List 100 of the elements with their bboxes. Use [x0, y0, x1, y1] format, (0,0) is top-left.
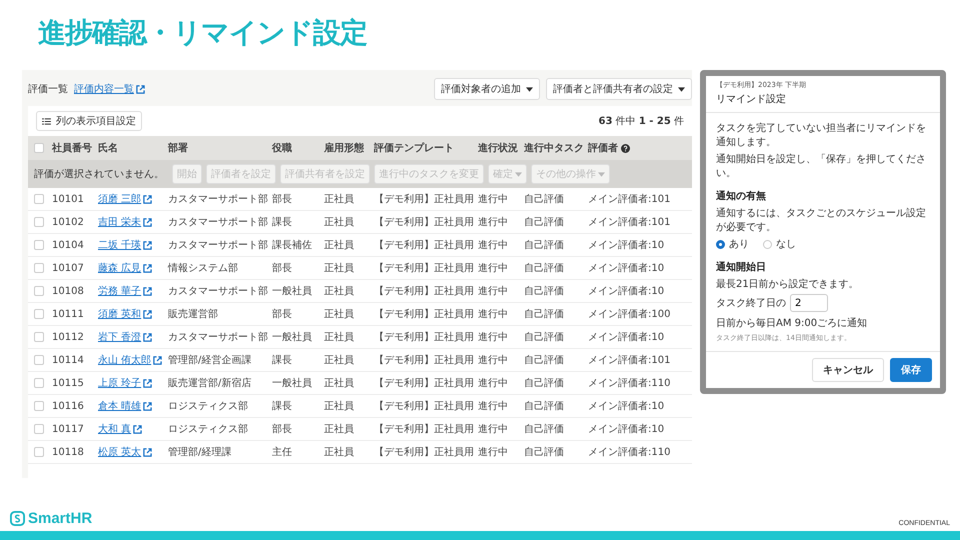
checkbox[interactable] — [34, 332, 44, 342]
employee-link[interactable]: 二坂 千瑛 — [98, 238, 152, 252]
table-cell-text: 課長 — [272, 400, 293, 413]
column-settings-button[interactable]: 列の表示項目設定 — [36, 111, 142, 131]
table-cell-text: 進行中 — [478, 330, 509, 344]
table-cell-text: 正社員 — [324, 238, 355, 252]
logo: SmartHR — [10, 510, 92, 527]
caret-icon — [515, 172, 522, 176]
table-cell-text: 正社員 — [324, 262, 355, 275]
external-link-icon — [143, 264, 152, 272]
table-cell-text: 正社員 — [324, 192, 355, 206]
employee-link[interactable]: 岩下 香澄 — [98, 330, 152, 344]
table-cell-text: 正社員 — [324, 354, 355, 367]
table-cell-text: 【デモ利用】正社員用 — [374, 216, 475, 229]
section-label: 通知の有無 — [716, 190, 767, 203]
list-heading: 評価一覧 — [28, 82, 68, 96]
checkbox[interactable] — [34, 355, 44, 365]
days-input-field[interactable]: 2 — [790, 294, 828, 312]
employee-link[interactable]: 須磨 英和 — [98, 307, 152, 321]
external-link-icon — [143, 310, 152, 318]
external-link-icon — [143, 218, 152, 226]
list-link[interactable]: 評価内容一覧 — [74, 82, 145, 96]
table-cell-text: 販売運営部/新宿店 — [168, 376, 252, 390]
employee-link[interactable]: 倉本 晴雄 — [98, 399, 152, 413]
table-cell-text: 10118 — [52, 446, 85, 458]
employee-link[interactable]: 松原 英太 — [98, 445, 152, 459]
table-cell-text: 自己評価 — [524, 446, 565, 459]
checkbox[interactable] — [34, 447, 44, 457]
checkbox[interactable] — [34, 263, 44, 273]
employee-link[interactable]: 労務 華子 — [98, 284, 152, 298]
checkbox[interactable] — [34, 309, 44, 319]
field-prefix: タスク終了日の — [716, 297, 786, 310]
external-link-icon — [136, 84, 145, 94]
employee-link[interactable]: 須磨 三郎 — [98, 192, 152, 206]
checkbox[interactable] — [34, 217, 44, 227]
table-cell-text: 一般社員 — [272, 330, 313, 344]
caret-icon — [678, 86, 685, 92]
external-link-icon — [143, 378, 152, 388]
employee-link[interactable]: 永山 侑太郎 — [98, 353, 162, 367]
external-link-icon — [153, 356, 162, 364]
table-cell-text: 正社員 — [324, 216, 355, 229]
table-cell-text: 課長 — [272, 354, 293, 367]
column-header: 社員番号 — [52, 142, 93, 155]
table-cell-text: メイン評価者:101 — [588, 216, 672, 229]
list-icon — [42, 118, 51, 124]
table-cell-text: 一般社員 — [272, 376, 313, 390]
checkbox[interactable] — [34, 401, 44, 411]
table-cell-text: 情報システム部 — [168, 262, 239, 275]
employee-link[interactable]: 藤森 広見 — [98, 261, 152, 275]
table-cell-text: 【デモ利用】正社員用 — [374, 330, 475, 344]
table-cell-text: メイン評価者:10 — [588, 422, 666, 436]
hint-text: 通知するには、タスクごとのスケジュール設定が必要です。 — [716, 206, 927, 234]
intro-text: 通知開始日を設定し、「保存」を押してください。 — [716, 152, 927, 180]
table-cell-text: 正社員 — [324, 446, 355, 459]
table-cell-text: 部長 — [272, 308, 293, 321]
column-header: 雇用形態 — [324, 141, 365, 155]
checkbox[interactable] — [34, 194, 44, 204]
pagination-text: 63 件中 1 - 25 件 — [598, 114, 684, 128]
table-cell-text: 管理部/経営企画課 — [168, 354, 252, 367]
table-cell-text: 10111 — [52, 308, 85, 320]
column-header: 進行中タスク — [524, 142, 585, 155]
table-cell-text: 10108 — [52, 286, 85, 296]
table-cell-text: 【デモ利用】正社員用 — [374, 354, 475, 367]
employee-link[interactable]: 吉田 栄未 — [98, 215, 152, 229]
table-cell-text: 主任 — [272, 446, 293, 459]
table-cell-text: 自己評価 — [524, 422, 565, 436]
checkbox[interactable] — [34, 143, 44, 153]
table-cell-text: 進行中 — [478, 308, 509, 321]
checkbox[interactable] — [34, 240, 44, 250]
logo-icon — [10, 511, 25, 526]
table-cell-text: 【デモ利用】正社員用 — [374, 376, 475, 390]
table-cell-text: 自己評価 — [524, 192, 565, 206]
save-button[interactable]: 保存 — [890, 358, 932, 382]
employee-link[interactable]: 大和 真 — [98, 422, 142, 436]
table-cell-text: 部長 — [272, 422, 293, 436]
table-cell-text: 自己評価 — [524, 400, 565, 413]
column-header: 部署 — [168, 142, 189, 155]
table-cell-text: カスタマーサポート部 — [168, 192, 269, 206]
checkbox[interactable] — [34, 378, 44, 388]
table-cell-text: 進行中 — [478, 262, 509, 275]
table-cell-text: 10112 — [52, 332, 85, 342]
radio-option[interactable]: あり — [716, 237, 749, 251]
table-cell-text: 進行中 — [478, 238, 509, 252]
table-cell-text: ロジスティクス部 — [168, 422, 249, 436]
employee-link[interactable]: 上原 玲子 — [98, 376, 152, 390]
cancel-button[interactable]: キャンセル — [812, 358, 884, 382]
table-cell-text: 10102 — [52, 216, 85, 228]
table-cell-text: 10115 — [52, 378, 85, 388]
dropdown-button[interactable]: 評価者と評価共有者の設定 — [546, 78, 692, 100]
table-cell-text: メイン評価者:101 — [588, 354, 672, 367]
table-cell-text: 自己評価 — [524, 354, 565, 367]
radio-option[interactable]: なし — [763, 237, 796, 251]
dropdown-button[interactable]: 評価対象者の追加 — [434, 78, 540, 100]
table-cell-text: 自己評価 — [524, 376, 565, 390]
checkbox[interactable] — [34, 286, 44, 296]
table-cell-text: 【デモ利用】正社員用 — [374, 238, 475, 252]
table-cell-text: メイン評価者:100 — [588, 308, 672, 321]
table-cell-text: 10101 — [52, 194, 85, 204]
checkbox[interactable] — [34, 424, 44, 434]
table-cell-text: カスタマーサポート部 — [168, 330, 269, 344]
